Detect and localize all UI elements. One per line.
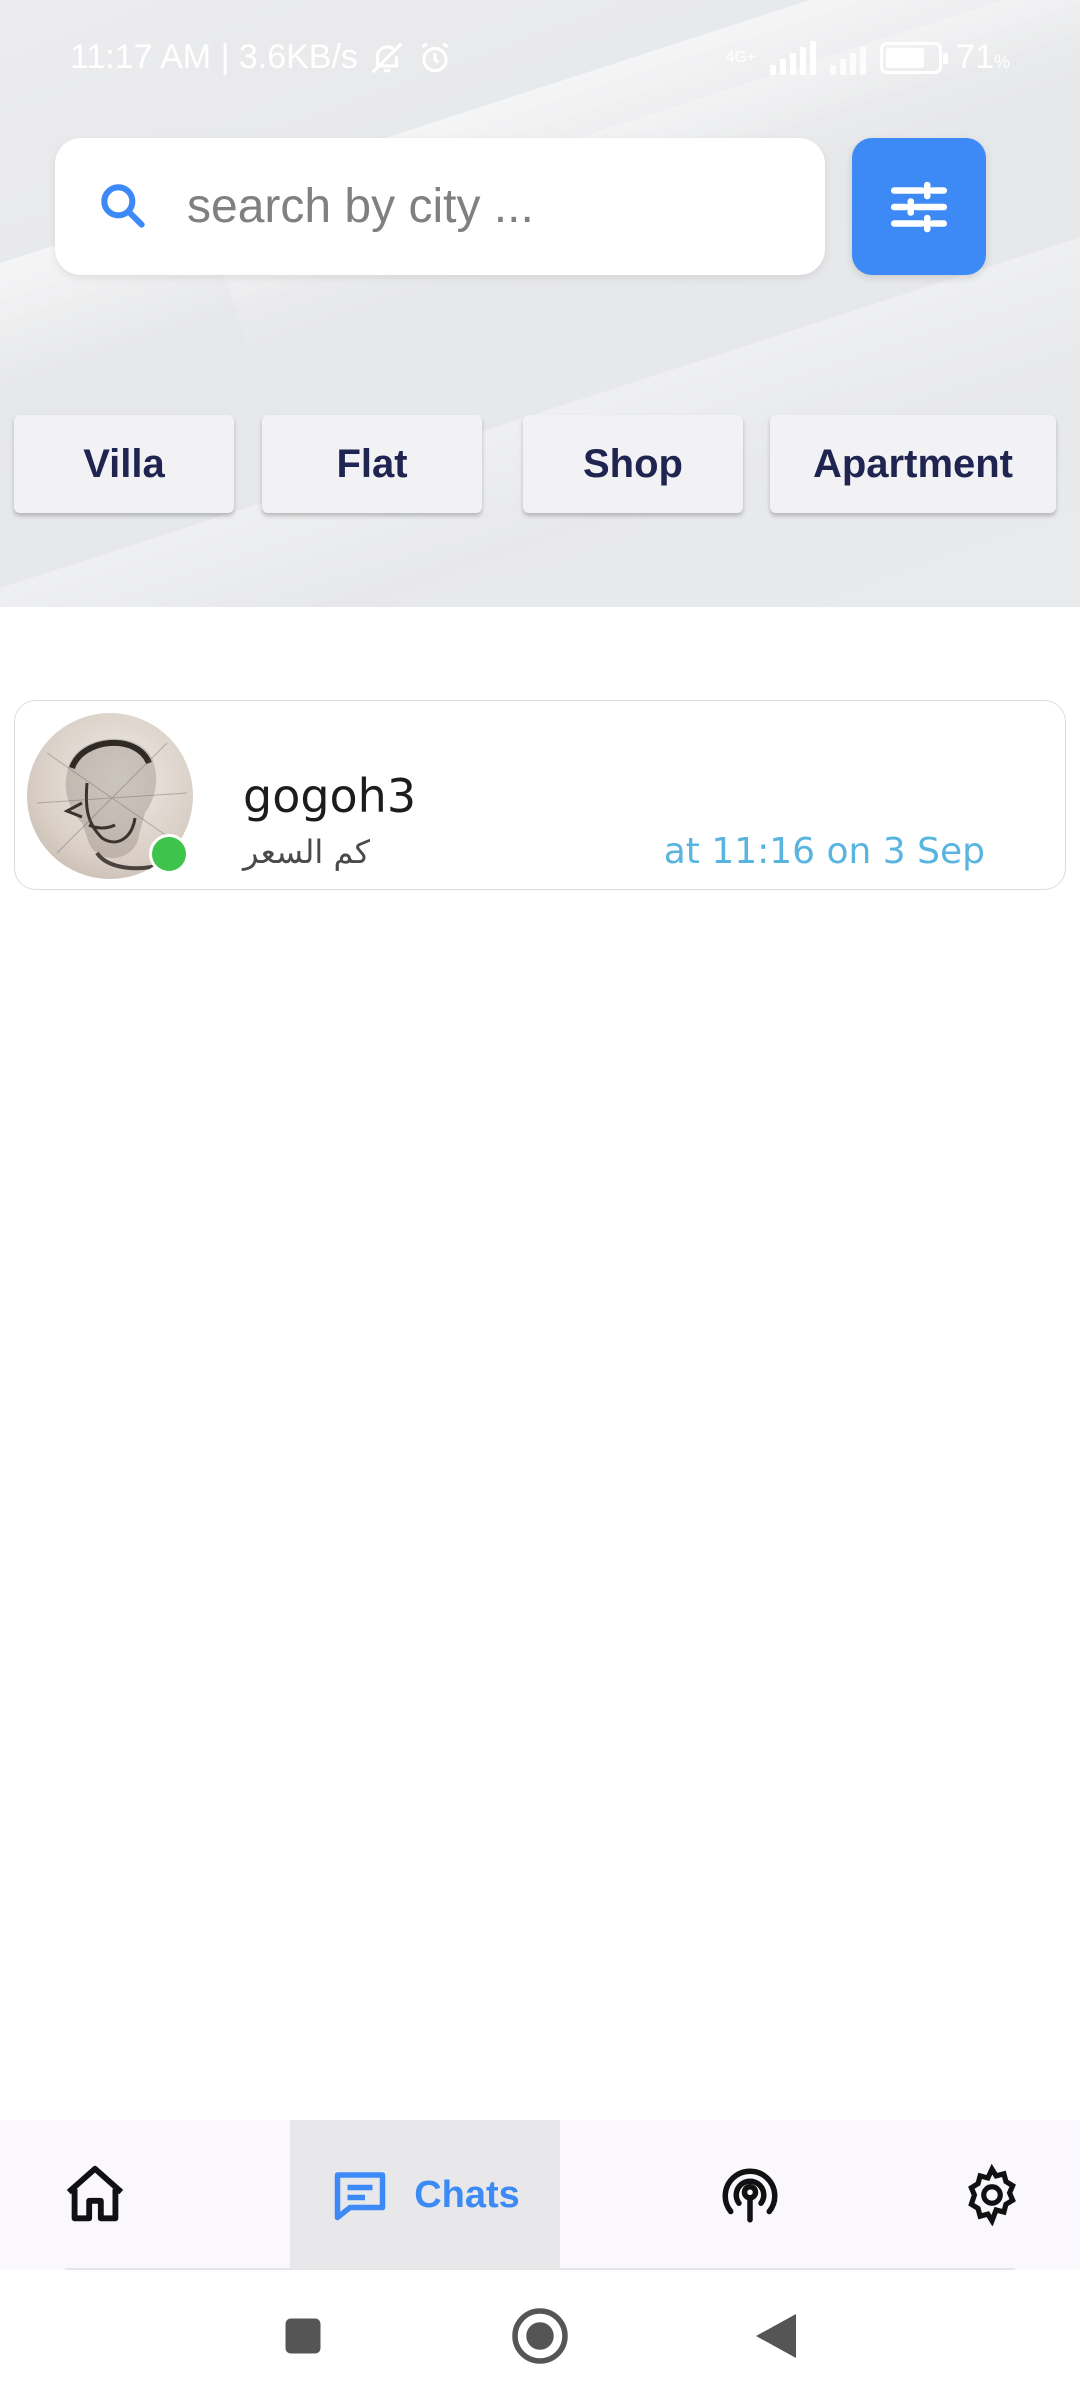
category-flat[interactable]: Flat xyxy=(262,415,482,513)
online-status-dot xyxy=(149,834,189,874)
back-icon[interactable] xyxy=(752,2310,800,2362)
system-nav-bar xyxy=(0,2270,1080,2400)
category-villa[interactable]: Villa xyxy=(14,415,234,513)
chat-timestamp: at 11:16 on 3 Sep xyxy=(663,831,985,872)
status-bar: 11:17 AM | 3.6KB/s 4G+ 71% xyxy=(0,0,1080,120)
nav-home[interactable] xyxy=(40,2120,150,2270)
sliders-icon xyxy=(890,181,948,232)
app-screen: 11:17 AM | 3.6KB/s 4G+ 71% search by cit… xyxy=(0,0,1080,2400)
nav-chats[interactable]: Chats xyxy=(290,2120,560,2270)
alarm-icon xyxy=(421,41,449,72)
category-shop[interactable]: Shop xyxy=(523,415,743,513)
home-circle-icon[interactable] xyxy=(510,2306,570,2366)
recents-icon[interactable] xyxy=(282,2315,324,2357)
search-bar[interactable] xyxy=(55,138,825,275)
nav-settings[interactable] xyxy=(937,2120,1047,2270)
signal-icon xyxy=(770,40,817,75)
home-icon xyxy=(66,2165,124,2222)
category-apartment[interactable]: Apartment xyxy=(770,415,1056,513)
network-type: 4G+ xyxy=(725,48,757,66)
battery-icon xyxy=(880,41,949,74)
status-right: 4G+ 71% xyxy=(725,38,1010,77)
status-time: 11:17 AM | 3.6KB/s xyxy=(70,38,358,76)
header-background: 11:17 AM | 3.6KB/s 4G+ 71% search by cit… xyxy=(0,0,1080,607)
broadcast-icon xyxy=(722,2168,778,2223)
bell-off-icon xyxy=(371,42,403,73)
chat-last-message: كم السعر xyxy=(243,833,370,871)
bottom-nav: Chats xyxy=(0,2120,1080,2270)
chat-contact-name: gogoh3 xyxy=(243,769,417,823)
settings-icon xyxy=(968,2164,1016,2226)
search-input[interactable] xyxy=(187,138,787,275)
chat-list-item[interactable]: gogoh3 كم السعر at 11:16 on 3 Sep xyxy=(14,700,1066,890)
filter-button[interactable] xyxy=(852,138,986,275)
status-left: 11:17 AM | 3.6KB/s xyxy=(70,38,454,77)
chat-icon xyxy=(334,2172,386,2221)
search-icon xyxy=(101,184,145,228)
nav-broadcast[interactable] xyxy=(695,2120,805,2270)
nav-chats-label: Chats xyxy=(414,2173,520,2216)
battery-level: 71% xyxy=(956,38,1010,76)
signal-icon xyxy=(830,41,867,75)
